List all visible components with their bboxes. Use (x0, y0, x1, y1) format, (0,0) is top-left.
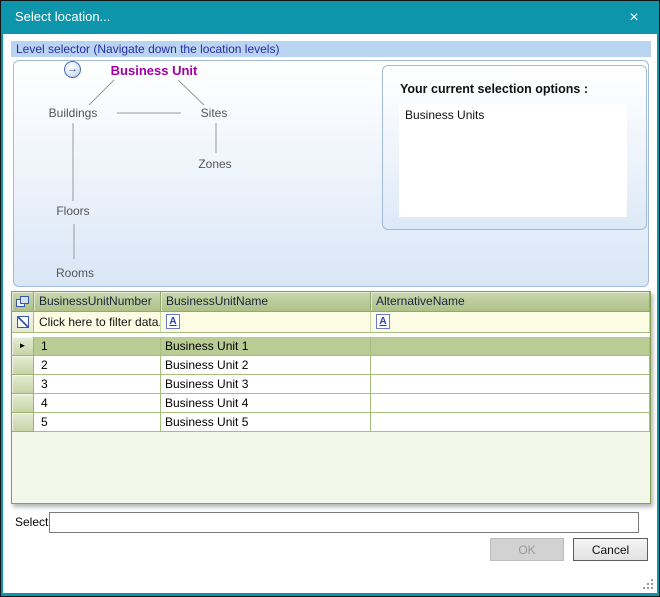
cell-number: 5 (34, 413, 161, 432)
filter-cell-number[interactable]: Click here to filter data... (34, 312, 161, 332)
cell-name: Business Unit 1 (161, 337, 371, 356)
filter-cell-alternative[interactable]: A (371, 312, 650, 332)
close-icon[interactable]: × (617, 4, 651, 31)
cell-alternative (371, 413, 650, 432)
cell-alternative (371, 337, 650, 356)
list-item[interactable]: Business Units (399, 104, 627, 124)
diagram-node-business-unit[interactable]: Business Unit (111, 63, 198, 78)
cell-name: Business Unit 4 (161, 394, 371, 413)
filter-icon (17, 316, 29, 328)
row-indicator-icon: ► (12, 337, 34, 356)
grid-customize-icon (16, 296, 29, 308)
column-header-businessunitname[interactable]: BusinessUnitName (161, 292, 371, 312)
titlebar[interactable]: Select location... × (1, 1, 659, 34)
grid-filter-row: Click here to filter data... A A (12, 312, 650, 333)
filter-condition-icon[interactable]: A (166, 314, 180, 329)
cell-alternative (371, 375, 650, 394)
filter-cell-name[interactable]: A (161, 312, 371, 332)
level-selector-header: Level selector (Navigate down the locati… (11, 41, 651, 57)
diagram-node-buildings[interactable]: Buildings (49, 106, 98, 120)
options-list: Business Units (399, 104, 627, 217)
level-selector-label: Level selector (Navigate down the locati… (16, 42, 279, 56)
select-location-dialog: Select location... × Level selector (Nav… (0, 0, 660, 597)
diagram-node-rooms[interactable]: Rooms (56, 266, 94, 280)
cell-alternative (371, 394, 650, 413)
grid-header-row: BusinessUnitNumber BusinessUnitName Alte… (12, 292, 650, 312)
table-row[interactable]: 3 Business Unit 3 (12, 375, 650, 394)
resize-grip[interactable] (641, 577, 653, 589)
cancel-button[interactable]: Cancel (573, 538, 648, 561)
diagram-node-sites[interactable]: Sites (201, 106, 228, 120)
locations-grid: BusinessUnitNumber BusinessUnitName Alte… (11, 291, 651, 504)
table-row[interactable]: 5 Business Unit 5 (12, 413, 650, 432)
row-indicator (12, 413, 34, 432)
column-header-alternativename[interactable]: AlternativeName (371, 292, 650, 312)
row-indicator (12, 394, 34, 413)
cell-alternative (371, 356, 650, 375)
grid-empty-area (12, 432, 650, 503)
navigate-arrow-icon[interactable]: → (64, 61, 81, 78)
filter-condition-icon[interactable]: A (376, 314, 390, 329)
filter-row-button[interactable] (12, 312, 34, 332)
diagram-node-floors[interactable]: Floors (56, 204, 89, 218)
table-row[interactable]: 4 Business Unit 4 (12, 394, 650, 413)
cell-number: 3 (34, 375, 161, 394)
options-panel-title: Your current selection options : (400, 82, 588, 96)
ok-button[interactable]: OK (490, 538, 564, 561)
current-selection-options-panel: Your current selection options : Busines… (382, 65, 647, 230)
window-title: Select location... (15, 9, 110, 24)
cell-name: Business Unit 3 (161, 375, 371, 394)
table-row[interactable]: 2 Business Unit 2 (12, 356, 650, 375)
grid-customize-button[interactable] (12, 292, 34, 312)
cell-name: Business Unit 5 (161, 413, 371, 432)
row-indicator (12, 356, 34, 375)
table-row[interactable]: ► 1 Business Unit 1 (12, 337, 650, 356)
cell-number: 4 (34, 394, 161, 413)
cell-number: 1 (34, 337, 161, 356)
column-header-businessunitnumber[interactable]: BusinessUnitNumber (34, 292, 161, 312)
diagram-node-zones[interactable]: Zones (198, 157, 231, 171)
row-indicator (12, 375, 34, 394)
selected-input[interactable] (49, 512, 639, 533)
cell-name: Business Unit 2 (161, 356, 371, 375)
cell-number: 2 (34, 356, 161, 375)
